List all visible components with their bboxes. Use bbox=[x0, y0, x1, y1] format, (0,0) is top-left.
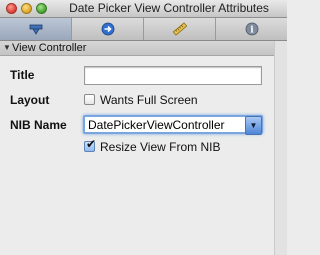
combo-dropdown-button[interactable]: ▼ bbox=[245, 116, 262, 135]
info-icon: i bbox=[245, 22, 258, 36]
nib-name-combobox[interactable]: DatePickerViewController ▼ bbox=[83, 115, 263, 135]
connections-icon bbox=[101, 22, 114, 36]
title-field[interactable] bbox=[84, 66, 262, 85]
close-button[interactable] bbox=[6, 3, 17, 14]
scroll-track[interactable] bbox=[274, 41, 287, 255]
minimize-button[interactable] bbox=[21, 3, 32, 14]
wants-full-screen-checkbox[interactable] bbox=[84, 94, 95, 105]
size-ruler-icon bbox=[172, 22, 187, 36]
attributes-icon bbox=[29, 24, 42, 35]
wants-full-screen-label[interactable]: Wants Full Screen bbox=[100, 93, 198, 107]
info-glyph: i bbox=[250, 26, 254, 36]
window-title: Date Picker View Controller Attributes bbox=[69, 1, 269, 15]
section-title: View Controller bbox=[12, 42, 87, 54]
resize-view-checkbox[interactable]: ✔ bbox=[84, 137, 97, 152]
tab-connections[interactable] bbox=[72, 18, 144, 40]
resize-view-label[interactable]: Resize View From NIB bbox=[100, 140, 220, 154]
tab-attributes[interactable] bbox=[0, 18, 72, 40]
inspector-tab-bar: i bbox=[0, 18, 287, 41]
checkmark-icon: ✔ bbox=[86, 137, 97, 151]
nib-name-label: NIB Name bbox=[10, 118, 67, 132]
window-title-bar: Date Picker View Controller Attributes bbox=[0, 0, 287, 18]
chevron-down-icon: ▼ bbox=[249, 120, 258, 130]
tab-identity[interactable]: i bbox=[216, 18, 287, 40]
tab-size[interactable] bbox=[144, 18, 216, 40]
zoom-button[interactable] bbox=[36, 3, 47, 14]
view-controller-section-header[interactable]: ▼ View Controller bbox=[0, 41, 287, 56]
nib-name-value[interactable]: DatePickerViewController bbox=[88, 118, 225, 132]
title-label: Title bbox=[10, 68, 35, 82]
layout-label: Layout bbox=[10, 93, 50, 107]
